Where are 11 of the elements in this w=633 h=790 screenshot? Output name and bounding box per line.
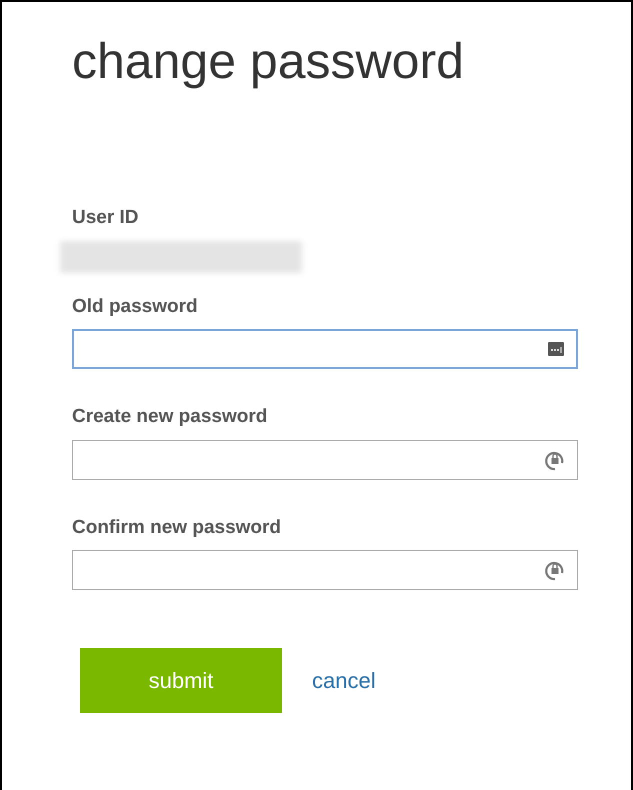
password-field[interactable] [72,440,578,480]
password-field[interactable] [72,550,578,590]
field-label: Confirm new password [72,516,282,540]
cancel-link[interactable]: cancel [312,664,376,697]
lock-icon[interactable] [545,559,565,581]
password-field[interactable] [72,329,578,369]
password-reveal-icon[interactable] [548,342,564,356]
page-title: change password [72,36,464,86]
field-label: Old password [72,294,198,318]
field-label: User ID [72,206,139,230]
field-label: Create new password [72,405,268,429]
